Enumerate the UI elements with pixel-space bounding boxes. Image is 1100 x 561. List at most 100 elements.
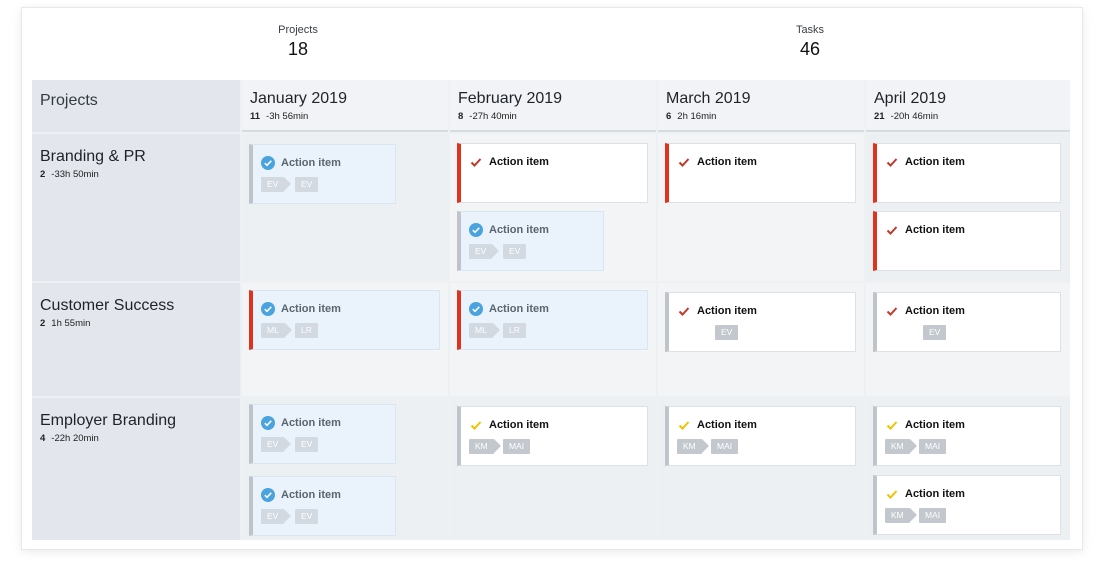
project-count: 4 [40,433,46,444]
month-time: -27h 40min [469,111,517,122]
month-header-march[interactable]: March 2019 6 2h 16min [658,80,864,132]
timeline-grid: Projects January 2019 11 -3h 56min Februa… [32,80,1070,540]
task-card[interactable]: Action item [665,143,856,203]
month-header-february[interactable]: February 2019 8 -27h 40min [450,80,656,132]
assignee-tag: EV [923,325,947,340]
project-meta: 4 -22h 20min [40,433,99,444]
assignee-tag: KM [885,439,917,454]
task-title: Action item [905,224,965,236]
check-icon [886,421,898,430]
task-card[interactable]: Action item ML LR [249,290,440,350]
task-card[interactable]: Action item KM MAI [665,406,856,466]
check-icon [886,307,898,316]
task-title: Action item [697,305,757,317]
task-card[interactable]: Action item EV EV [249,404,396,464]
assignee-tag: EV [295,177,319,192]
completed-check-icon [261,488,275,502]
check-icon [470,158,482,167]
project-row-branding-pr[interactable]: Branding & PR 2 -33h 50min [32,134,240,281]
assignee-tag: EV [261,509,292,524]
task-title: Action item [281,303,341,315]
check-icon [678,307,690,316]
assignee-tag: MAI [919,508,947,523]
task-title: Action item [281,489,341,501]
task-title: Action item [281,417,341,429]
assignee-tag: EV [261,437,292,452]
task-title: Action item [905,488,965,500]
task-card[interactable]: Action item ML LR [457,290,648,350]
assignee-tag: KM [469,439,501,454]
assignee-tag: LR [503,323,526,338]
task-card[interactable]: Action item KM MAI [873,475,1061,535]
assignee-tag: LR [295,323,318,338]
app-window: Projects 18 Tasks 46 Projects January 20… [22,8,1082,549]
check-icon [678,421,690,430]
assignee-tag: MAI [503,439,531,454]
check-icon [470,421,482,430]
task-card[interactable]: Action item EV EV [457,211,604,271]
project-row-employer-branding[interactable]: Employer Branding 4 -22h 20min [32,398,240,540]
tasks-stat: Tasks 46 [710,24,910,60]
project-time: -22h 20min [51,433,99,444]
month-count: 6 [666,111,672,122]
task-card[interactable]: Action item EV [665,292,856,352]
project-name: Branding & PR [40,148,146,165]
task-title: Action item [905,305,965,317]
tasks-stat-value: 46 [799,39,821,59]
assignee-tag: EV [295,437,319,452]
month-meta: 6 2h 16min [666,111,716,122]
assignee-tag: ML [261,323,292,338]
project-name: Customer Success [40,297,175,314]
project-count: 2 [40,169,46,180]
task-card[interactable]: Action item EV [873,292,1061,352]
assignee-tag: EV [295,509,319,524]
task-title: Action item [697,156,757,168]
month-meta: 8 -27h 40min [458,111,517,122]
month-count: 21 [874,111,885,122]
projects-column-header: Projects [32,80,240,132]
projects-stat-value: 18 [287,39,309,59]
projects-stat-label: Projects [278,24,318,36]
assignee-tag: KM [677,439,709,454]
assignee-tag: EV [503,244,527,259]
task-card[interactable]: Action item EV EV [249,476,396,536]
task-card[interactable]: Action item [457,143,648,203]
month-meta: 11 -3h 56min [250,111,308,122]
project-row-customer-success[interactable]: Customer Success 2 1h 55min [32,283,240,396]
task-title: Action item [489,303,549,315]
project-meta: 2 1h 55min [40,318,90,329]
task-title: Action item [489,224,549,236]
project-count: 2 [40,318,46,329]
task-title: Action item [489,419,549,431]
completed-check-icon [469,223,483,237]
month-count: 8 [458,111,464,122]
check-icon [886,226,898,235]
assignee-tag: KM [885,508,917,523]
month-header-january[interactable]: January 2019 11 -3h 56min [242,80,448,132]
assignee-tag: MAI [711,439,739,454]
project-time: -33h 50min [51,169,99,180]
task-card[interactable]: Action item KM MAI [457,406,648,466]
task-card[interactable]: Action item KM MAI [873,406,1061,466]
task-card[interactable]: Action item [873,143,1061,203]
month-time: 2h 16min [677,111,717,122]
month-count: 11 [250,111,261,122]
month-name: February 2019 [458,90,563,107]
projects-stat: Projects 18 [198,24,398,60]
task-title: Action item [489,156,549,168]
assignee-tag: ML [469,323,500,338]
project-meta: 2 -33h 50min [40,169,99,180]
assignee-tag: EV [715,325,739,340]
assignee-tag: EV [469,244,500,259]
project-name: Employer Branding [40,412,177,429]
tasks-stat-label: Tasks [795,24,825,36]
month-header-april[interactable]: April 2019 21 -20h 46min [866,80,1070,132]
projects-column-title: Projects [40,92,98,109]
completed-check-icon [261,156,275,170]
project-time: 1h 55min [51,318,91,329]
completed-check-icon [261,302,275,316]
month-time: -20h 46min [890,111,939,122]
month-name: January 2019 [250,90,347,107]
task-card[interactable]: Action item EV EV [249,144,396,204]
task-card[interactable]: Action item [873,211,1061,271]
